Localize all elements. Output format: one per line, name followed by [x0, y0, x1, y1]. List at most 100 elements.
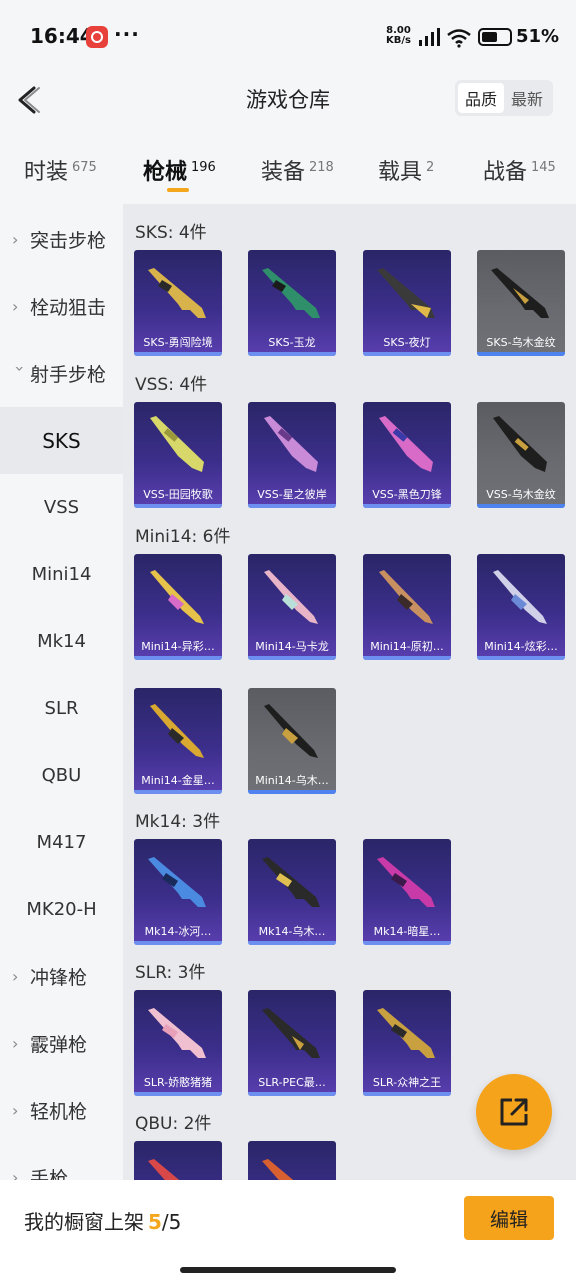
tab-equipment[interactable]: 装备 218 [261, 154, 334, 186]
battery-icon [478, 28, 512, 46]
rarity-stripe [134, 1092, 222, 1096]
sidebar-item-mk14[interactable]: Mk14 [0, 608, 123, 675]
sidebar-item-bolt-sniper[interactable]: › 栓动狙击 [0, 273, 123, 340]
sidebar-item-slr[interactable]: SLR [0, 675, 123, 742]
sidebar-item-pistol[interactable]: › 手枪 [0, 1144, 123, 1180]
network-speed-unit: KB/s [386, 35, 411, 46]
edit-button[interactable]: 编辑 [464, 1196, 554, 1240]
rarity-stripe [477, 656, 565, 660]
sidebar-item-assault-rifle[interactable]: › 突击步枪 [0, 206, 123, 273]
weapon-card[interactable]: SKS-玉龙 [248, 250, 336, 356]
sidebar-item-smg[interactable]: › 冲锋枪 [0, 943, 123, 1010]
chevron-right-icon: › [12, 1101, 19, 1120]
weapon-card[interactable]: Mini14-乌木… [248, 688, 336, 794]
tab-combat-gear[interactable]: 战备 145 [483, 154, 556, 186]
weapon-card[interactable] [134, 1141, 222, 1180]
rarity-stripe [248, 790, 336, 794]
tab-label: 枪械 [143, 160, 188, 185]
rifle-icon [377, 857, 435, 907]
weapon-card[interactable]: VSS-田园牧歌 [134, 402, 222, 508]
sidebar-item-marksman-rifle[interactable]: › 射手步枪 [0, 340, 123, 407]
section-title-mini14: Mini14: 6件 [135, 527, 231, 547]
weapon-card[interactable]: Mk14-乌木… [248, 839, 336, 945]
sort-quality-option[interactable]: 品质 [458, 83, 504, 113]
tab-count: 145 [531, 160, 556, 175]
weapon-card[interactable] [248, 1141, 336, 1180]
rarity-stripe [248, 504, 336, 508]
weapon-card-label: Mini14-乌木… [255, 774, 329, 787]
rifle-icon [379, 416, 433, 472]
weapon-grid: SKS: 4件 SKS-勇闯险境 SKS-玉龙 SKS-夜灯 SKS-乌木金纹 … [123, 204, 576, 1180]
home-indicator[interactable] [180, 1267, 396, 1273]
showcase-status: 我的橱窗上架 5/5 [24, 1206, 181, 1235]
rifle-icon [262, 1159, 294, 1180]
share-button[interactable] [476, 1074, 552, 1150]
rarity-stripe [248, 656, 336, 660]
weapon-card[interactable]: SLR-PEC最… [248, 990, 336, 1096]
weapon-card[interactable]: SKS-乌木金纹 [477, 250, 565, 356]
sidebar-item-label: 冲锋枪 [30, 967, 88, 989]
weapon-card-label: SKS-玉龙 [268, 336, 316, 349]
rifle-icon [379, 570, 433, 624]
sidebar-item-label: MK20-H [26, 899, 97, 920]
external-link-icon [500, 1098, 528, 1126]
sidebar-item-mini14[interactable]: Mini14 [0, 541, 123, 608]
tab-vehicles[interactable]: 载具 2 [378, 154, 434, 186]
rifle-icon [262, 268, 320, 318]
sidebar-item-sks[interactable]: SKS [0, 407, 123, 474]
chevron-right-icon: › [12, 1034, 19, 1053]
tab-firearms[interactable]: 枪械 196 [143, 154, 216, 186]
chevron-right-icon: › [12, 297, 19, 316]
sidebar-item-qbu[interactable]: QBU [0, 742, 123, 809]
rarity-stripe [134, 352, 222, 356]
sidebar-item-label: M417 [36, 832, 87, 853]
tab-count: 196 [191, 160, 216, 175]
tab-label: 载具 [378, 160, 423, 185]
sidebar-item-label: 霰弹枪 [30, 1034, 88, 1056]
rifle-icon [148, 1159, 180, 1180]
weapon-card[interactable]: VSS-乌木金纹 [477, 402, 565, 508]
weapon-card-label: SLR-PEC最… [258, 1076, 326, 1089]
showcase-total-count: /5 [161, 1210, 182, 1234]
network-speed: 8.00 KB/s [386, 26, 411, 46]
rarity-stripe [248, 1092, 336, 1096]
rarity-stripe [134, 656, 222, 660]
weapon-card[interactable]: SLR-娇憨猪猪 [134, 990, 222, 1096]
weapon-card[interactable]: Mini14-异彩… [134, 554, 222, 660]
rarity-stripe [363, 504, 451, 508]
weapon-card[interactable]: VSS-星之彼岸 [248, 402, 336, 508]
sidebar-item-shotgun[interactable]: › 霰弹枪 [0, 1010, 123, 1077]
weapon-card[interactable]: Mini14-金星… [134, 688, 222, 794]
weapon-card[interactable]: SKS-夜灯 [363, 250, 451, 356]
weapon-card-label: VSS-田园牧歌 [143, 488, 213, 501]
weapon-card-label: Mini14-原初… [370, 640, 444, 653]
sidebar-item-vss[interactable]: VSS [0, 474, 123, 541]
rarity-stripe [134, 941, 222, 945]
tab-count: 675 [72, 160, 97, 175]
rifle-icon [264, 704, 318, 758]
sidebar-item-mk20h[interactable]: MK20-H [0, 876, 123, 943]
status-bar: 16:44 ··· 8.00 KB/s 51% [0, 0, 576, 72]
weapon-card[interactable]: Mk14-冰河… [134, 839, 222, 945]
weapon-card[interactable]: Mini14-马卡龙 [248, 554, 336, 660]
weapon-card[interactable]: SKS-勇闯险境 [134, 250, 222, 356]
rarity-stripe [248, 941, 336, 945]
rifle-icon [264, 416, 318, 472]
rifle-icon [148, 268, 206, 318]
weapon-card[interactable]: Mini14-原初… [363, 554, 451, 660]
rifle-icon [493, 570, 547, 624]
sidebar-item-lmg[interactable]: › 轻机枪 [0, 1077, 123, 1144]
sidebar-item-label: 射手步枪 [30, 364, 107, 386]
weapon-card[interactable]: Mini14-炫彩… [477, 554, 565, 660]
weapon-card[interactable]: SLR-众神之王 [363, 990, 451, 1096]
section-title-vss: VSS: 4件 [135, 375, 208, 395]
tab-fashion[interactable]: 时装 675 [24, 154, 97, 186]
rifle-icon [493, 416, 547, 472]
sort-newest-option[interactable]: 最新 [504, 83, 550, 113]
weapon-card-label: Mini14-马卡龙 [255, 640, 329, 653]
weapon-card[interactable]: Mk14-暗星… [363, 839, 451, 945]
weapon-card-label: Mk14-乌木… [258, 925, 326, 938]
weapon-card[interactable]: VSS-黑色刀锋 [363, 402, 451, 508]
sidebar-item-m417[interactable]: M417 [0, 809, 123, 876]
rarity-stripe [134, 790, 222, 794]
